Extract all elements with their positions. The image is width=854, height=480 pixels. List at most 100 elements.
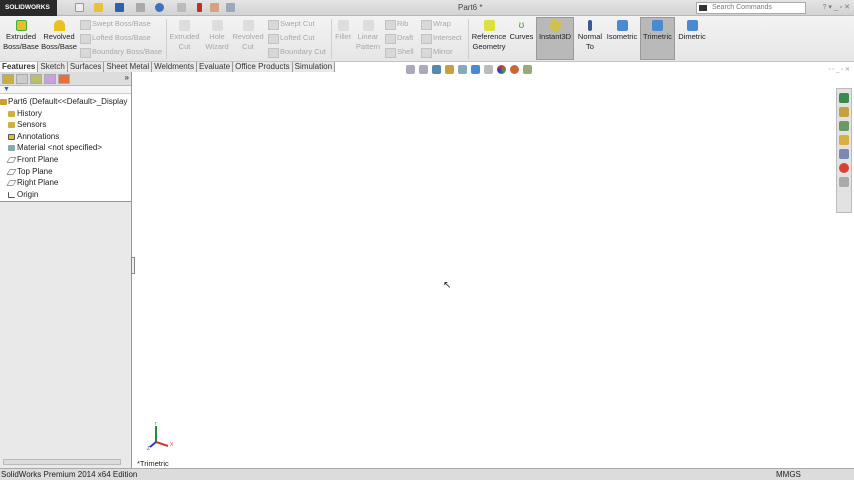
tree-item-right-plane[interactable]: Right Plane [0,177,131,189]
configuration-manager-tab-icon[interactable] [30,74,42,84]
draft-button[interactable]: Draft [385,33,413,44]
display-manager-tab-icon[interactable] [58,74,70,84]
label: Revolved Cut [232,32,264,51]
tab-sheet-metal[interactable]: Sheet Metal [104,62,153,72]
label: Instant3D [538,32,572,41]
feature-manager-panel: » ▼ Part6 (Default<<Default>_Display His… [0,72,132,468]
filter-icon[interactable]: ▼ [0,86,131,94]
edit-appearance-icon[interactable] [497,65,506,74]
extruded-cut-button[interactable]: Extruded Cut [168,18,201,52]
dimxpert-tab-icon[interactable] [44,74,56,84]
tree-item-material[interactable]: Material <not specified> [0,142,131,154]
revolved-cut-button[interactable]: Revolved Cut [232,18,264,52]
label: Right Plane [17,178,59,188]
tab-sketch[interactable]: Sketch [38,62,68,72]
trimetric-button[interactable]: Trimetric [640,18,675,42]
property-manager-tab-icon[interactable] [16,74,28,84]
appearances-icon[interactable] [839,149,849,159]
shell-button[interactable]: Shell [385,47,414,58]
instant3d-icon [547,17,563,34]
lofted-cut-button[interactable]: Lofted Cut [268,33,315,44]
display-style-icon[interactable] [484,65,493,74]
title-bar: SOLIDWORKS Part6 * Search Commands ? ▾ _… [0,0,854,16]
dynamic-annotation-icon[interactable] [458,65,467,74]
window-controls[interactable]: ? ▾ _ ▫ ✕ [823,3,850,11]
new-icon[interactable] [75,3,84,12]
fillet-button[interactable]: Fillet [333,18,353,42]
intersect-button[interactable]: Intersect [421,33,462,44]
undo-icon[interactable] [155,3,164,12]
mirror-button[interactable]: Mirror [421,47,453,58]
horizontal-scrollbar[interactable] [3,459,121,465]
view-settings-icon[interactable] [523,65,532,74]
feature-tree: Part6 (Default<<Default>_Display History… [0,94,131,202]
viewport-controls[interactable]: ▫ ▫ _ ▫ ✕ [829,66,850,73]
solidworks-logo[interactable]: SOLIDWORKS [0,0,57,16]
tab-simulation[interactable]: Simulation [292,62,336,72]
swept-boss-button[interactable]: Swept Boss/Base [80,19,151,30]
view-orientation-icon[interactable] [471,65,480,74]
lofted-boss-button[interactable]: Lofted Boss/Base [80,33,151,44]
expand-icon[interactable]: » [125,73,129,82]
isometric-button[interactable]: Isometric [605,18,639,42]
revolved-boss-button[interactable]: Revolved Boss/Base [40,18,78,52]
tab-surfaces[interactable]: Surfaces [67,62,105,72]
print-icon[interactable] [136,3,145,12]
design-library-icon[interactable] [839,107,849,117]
tab-evaluate[interactable]: Evaluate [196,62,234,72]
zoom-to-area-icon[interactable] [419,65,428,74]
status-bar: SolidWorks Premium 2014 x64 Edition MMGS [0,468,854,480]
tab-office-products[interactable]: Office Products [233,62,293,72]
tree-item-history[interactable]: History [0,108,131,120]
tab-features[interactable]: Features [0,62,39,72]
curves-button[interactable]: ʊ Curves [509,18,534,42]
normal-to-button[interactable]: Normal To [576,18,604,52]
rib-button[interactable]: Rib [385,19,408,30]
custom-properties-icon[interactable] [839,163,849,173]
resources-icon[interactable] [839,93,849,103]
tree-item-annotations[interactable]: Annotations [0,131,131,143]
select-icon[interactable] [177,3,186,12]
sensors-icon [8,122,15,129]
rebuild-icon[interactable] [197,3,202,12]
file-properties-icon[interactable] [210,3,219,12]
reference-geometry-icon [483,20,495,31]
boundary-boss-button[interactable]: Boundary Boss/Base [80,47,162,58]
tab-weldments[interactable]: Weldments [152,62,197,72]
label: Linear Pattern [355,32,381,51]
units-selector[interactable]: MMGS [776,469,801,480]
zoom-to-fit-icon[interactable] [406,65,415,74]
linear-pattern-button[interactable]: Linear Pattern [354,18,382,52]
apply-scene-icon[interactable] [510,65,519,74]
previous-view-icon[interactable] [432,65,441,74]
cut-icon [179,20,190,31]
tree-item-sensors[interactable]: Sensors [0,119,131,131]
hole-wizard-button[interactable]: Hole Wizard [203,18,231,52]
feature-manager-tab-icon[interactable] [2,74,14,84]
section-view-icon[interactable] [445,65,454,74]
divider [166,19,167,59]
open-icon[interactable] [94,3,103,12]
view-palette-icon[interactable] [839,135,849,145]
label: Curves [509,32,534,41]
forum-icon[interactable] [839,177,849,187]
tree-item-origin[interactable]: Origin [0,189,131,201]
tree-item-top-plane[interactable]: Top Plane [0,166,131,178]
label: Fillet [335,32,351,41]
instant3d-button[interactable]: Instant3D [536,17,574,42]
tree-root-part[interactable]: Part6 (Default<<Default>_Display [0,96,131,108]
search-input[interactable]: Search Commands [696,2,806,14]
wrap-button[interactable]: Wrap [421,19,451,30]
file-explorer-icon[interactable] [839,121,849,131]
dimetric-button[interactable]: Dimetric [676,18,708,42]
swept-cut-button[interactable]: Swept Cut [268,19,315,30]
boundary-cut-button[interactable]: Boundary Cut [268,47,326,58]
save-icon[interactable] [115,3,124,12]
z-axis [149,441,157,448]
options-icon[interactable] [226,3,235,12]
panel-splitter[interactable] [131,257,135,274]
extruded-boss-button[interactable]: Extruded Boss/Base [3,18,39,52]
label: Revolved Boss/Base [41,32,77,51]
tree-item-front-plane[interactable]: Front Plane [0,154,131,166]
reference-geometry-button[interactable]: Reference Geometry [470,18,508,52]
